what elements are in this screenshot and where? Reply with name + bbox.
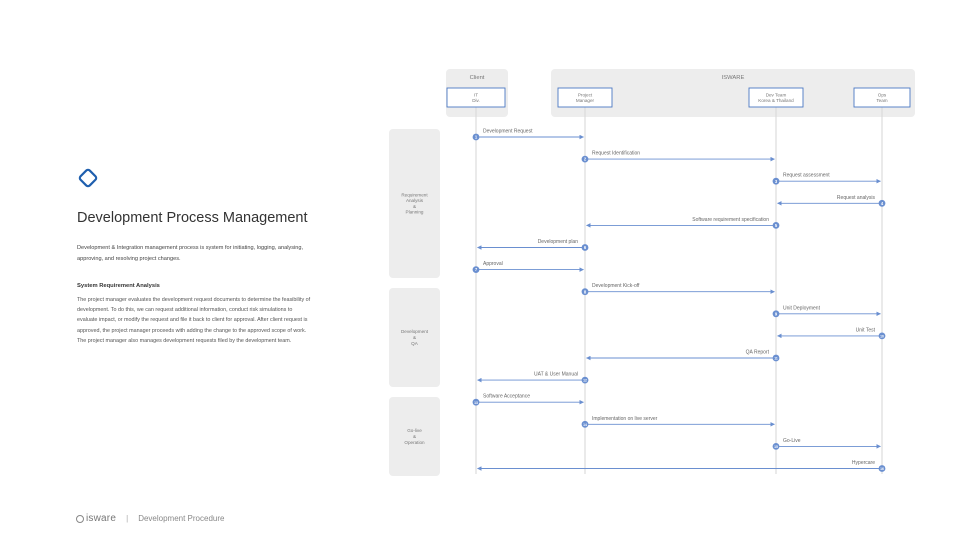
message-label: Request Identification [592, 151, 640, 157]
message-label: Implementation on live server [592, 416, 658, 422]
message-label: Software requirement specification [692, 217, 769, 223]
message-label: Approval [483, 261, 503, 267]
message-step-number: 10 [880, 335, 884, 339]
group-label: Client [470, 75, 485, 81]
lane-label: Project Manager [576, 93, 595, 104]
message-label: Software Acceptance [483, 394, 530, 400]
message-step-number: 12 [583, 379, 587, 383]
message-label: UAT & User Manual [534, 372, 578, 378]
message-step-number: 11 [774, 357, 778, 361]
lane-label: Ops Team [876, 93, 887, 104]
message-step-number: 14 [583, 423, 587, 427]
group-label: ISWARE [722, 75, 745, 81]
message-label: Unit Test [856, 327, 876, 333]
message-label: Go-Live [783, 438, 801, 444]
message-label: Request analysis [837, 195, 876, 201]
message-step-number: 13 [474, 401, 478, 405]
message-label: QA Report [746, 350, 770, 356]
sequence-diagram: Client ISWAREIT Div.Project ManagerDev Team… [389, 69, 915, 476]
message-label: Request assessment [783, 173, 830, 179]
message-label: Development plan [538, 239, 579, 245]
message-step-number: 15 [774, 445, 778, 449]
message-label: Unit Deployment [783, 305, 821, 311]
message-label: Development Request [483, 129, 533, 135]
message-step-number: 16 [880, 467, 884, 471]
message-label: Hypercare [852, 460, 875, 466]
message-label: Development Kick-off [592, 283, 640, 289]
